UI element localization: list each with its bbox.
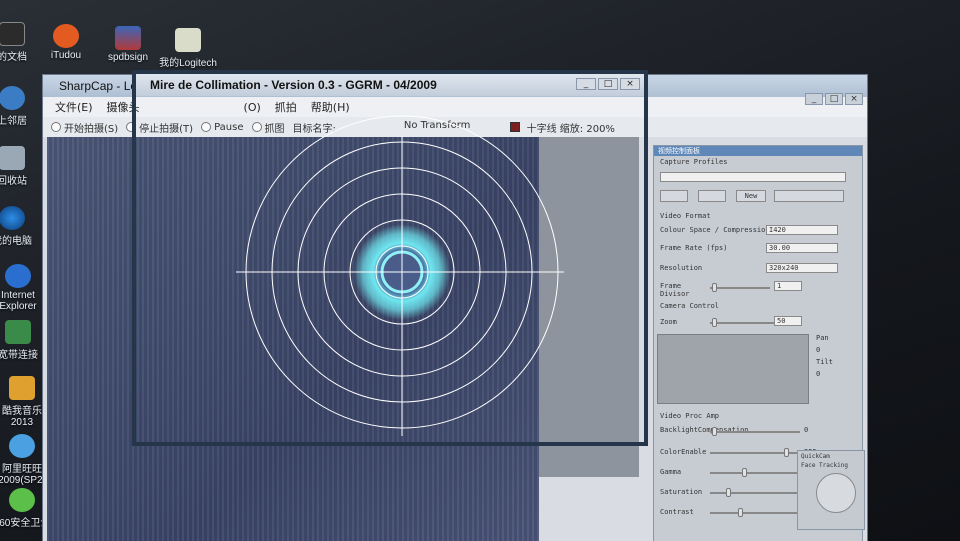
- frame-divisor-label: Frame Divisor: [660, 282, 690, 298]
- contrast-knob[interactable]: [738, 508, 743, 517]
- capture-profile-select[interactable]: [660, 172, 846, 182]
- saturation-slider[interactable]: [710, 492, 800, 494]
- gamma-slider[interactable]: [710, 472, 800, 474]
- folder-icon: [0, 22, 25, 46]
- frame-rate-label: Frame Rate (fps): [660, 244, 728, 252]
- mire-window-controls: _ □ ×: [576, 78, 640, 90]
- video-format-label: Video Format: [660, 212, 711, 220]
- backlight-label: BacklightCompensation: [660, 426, 749, 434]
- colour-space-select[interactable]: I420: [766, 225, 838, 235]
- collimation-overlay: [236, 115, 564, 436]
- desktop-icon-itudou[interactable]: iTudou: [36, 24, 96, 61]
- spdbsign-icon: [115, 26, 141, 50]
- minimize-button[interactable]: _: [805, 93, 823, 105]
- gamma-knob[interactable]: [742, 468, 747, 477]
- logitech-icon: [175, 28, 201, 52]
- desktop-icon-my-computer[interactable]: 我的电脑: [0, 206, 42, 247]
- saturation-knob[interactable]: [726, 488, 731, 497]
- gamma-label: Gamma: [660, 468, 682, 476]
- broadband-icon: [5, 320, 31, 344]
- direction-pad[interactable]: [816, 473, 856, 513]
- colorenable-knob[interactable]: [784, 448, 789, 457]
- quickcam-title: QuickCam: [801, 453, 830, 460]
- desktop-icon-logitech[interactable]: 我的Logitech: [158, 28, 218, 69]
- profile-button-1[interactable]: [660, 190, 688, 202]
- contrast-label: Contrast: [660, 508, 694, 516]
- tilt-value: 0: [816, 370, 821, 378]
- sharpcap-window-controls: _ □ ×: [805, 93, 863, 105]
- mire-title: Mire de Collimation - Version 0.3 - GGRM…: [150, 78, 437, 92]
- tilt-label: Tilt: [816, 358, 833, 366]
- desktop-icon-spdbsign[interactable]: spdbsign: [98, 26, 158, 63]
- start-capture-button[interactable]: 开始拍摄(S): [51, 120, 118, 135]
- desktop-icon-network[interactable]: 上邻居: [0, 86, 42, 127]
- aliwangwang-icon: [9, 434, 35, 458]
- profile-button-2[interactable]: [698, 190, 726, 202]
- kuwo-icon: [9, 376, 35, 400]
- 360-icon: [9, 488, 35, 512]
- quickcam-panel: QuickCam Face Tracking: [797, 450, 865, 530]
- zoom-knob[interactable]: [712, 318, 717, 327]
- zoom-value[interactable]: 50: [774, 316, 802, 326]
- frame-divisor-knob[interactable]: [712, 283, 717, 292]
- backlight-slider[interactable]: [710, 431, 800, 433]
- panel-header: 视频控制面板: [654, 146, 862, 156]
- internet-explorer-icon: [5, 264, 31, 288]
- resolution-select[interactable]: 320x240: [766, 263, 838, 273]
- close-button[interactable]: ×: [845, 93, 863, 105]
- resolution-label: Resolution: [660, 264, 703, 272]
- network-icon: [0, 86, 25, 110]
- record-icon: [51, 122, 61, 132]
- itudou-icon: [53, 24, 79, 48]
- mire-title-bar[interactable]: Mire de Collimation - Version 0.3 - GGRM…: [136, 74, 644, 96]
- desktop-icon-broadband[interactable]: 宽带连接: [0, 320, 48, 361]
- face-tracking-label: Face Tracking: [801, 462, 848, 469]
- recycle-bin-icon: [0, 146, 25, 170]
- menu-file[interactable]: 文件(E): [55, 99, 93, 115]
- backlight-value: 0: [804, 426, 809, 434]
- frame-divisor-slider[interactable]: [710, 287, 770, 289]
- profile-button-4[interactable]: [774, 190, 844, 202]
- camera-control-label: Camera Control: [660, 302, 720, 310]
- pan-value: 0: [816, 346, 821, 354]
- colorenable-label: ColorEnable: [660, 448, 707, 456]
- mire-maximize-button[interactable]: □: [598, 78, 618, 90]
- colour-space-label: Colour Space / Compression: [660, 226, 770, 234]
- pan-label: Pan: [816, 334, 829, 342]
- desktop: 的文档 iTudou spdbsign 我的Logitech 上邻居 回收站 我…: [0, 0, 960, 541]
- saturation-label: Saturation: [660, 488, 703, 496]
- sharpcap-title: SharpCap - Lo: [59, 79, 138, 93]
- mire-close-button[interactable]: ×: [620, 78, 640, 90]
- video-proc-amp-label: Video Proc Amp: [660, 412, 720, 420]
- desktop-icon-recycle-bin[interactable]: 回收站: [0, 146, 42, 187]
- pan-tilt-preview[interactable]: [657, 334, 809, 404]
- mire-window: Mire de Collimation - Version 0.3 - GGRM…: [132, 70, 648, 446]
- computer-icon: [0, 206, 25, 230]
- frame-divisor-value[interactable]: 1: [774, 281, 802, 291]
- desktop-icon-internet-explorer[interactable]: Internet Explorer: [0, 264, 48, 312]
- mire-minimize-button[interactable]: _: [576, 78, 596, 90]
- backlight-knob[interactable]: [712, 427, 717, 436]
- frame-rate-select[interactable]: 30.00: [766, 243, 838, 253]
- contrast-slider[interactable]: [710, 512, 800, 514]
- new-profile-button[interactable]: New: [736, 190, 766, 202]
- capture-profiles-label: Capture Profiles: [660, 158, 728, 166]
- maximize-button[interactable]: □: [825, 93, 843, 105]
- zoom-label: Zoom: [660, 318, 677, 326]
